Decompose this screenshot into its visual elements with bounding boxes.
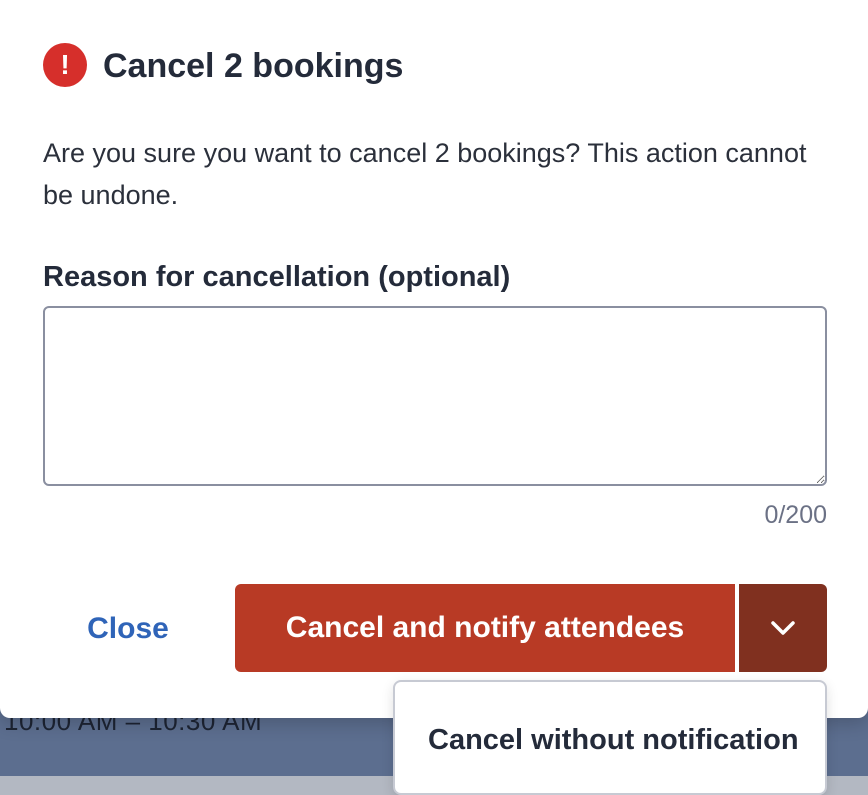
character-counter: 0/200 xyxy=(764,501,827,529)
cancel-bookings-dialog: ! Cancel 2 bookings Are you sure you wan… xyxy=(0,0,868,718)
dialog-message: Are you sure you want to cancel 2 bookin… xyxy=(43,138,807,210)
more-options-toggle[interactable] xyxy=(739,584,827,672)
alert-circle-icon: ! xyxy=(43,43,87,87)
cancel-without-notification-item[interactable]: Cancel without notification xyxy=(395,690,825,790)
cancel-options-menu: Cancel without notification xyxy=(393,680,827,795)
close-button[interactable]: Close xyxy=(48,585,208,673)
chevron-down-icon xyxy=(771,621,795,635)
cancel-and-notify-button[interactable]: Cancel and notify attendees xyxy=(235,584,735,672)
reason-textarea[interactable] xyxy=(43,306,827,486)
dialog-title: Cancel 2 bookings xyxy=(103,47,404,85)
reason-label: Reason for cancellation (optional) xyxy=(43,261,511,293)
